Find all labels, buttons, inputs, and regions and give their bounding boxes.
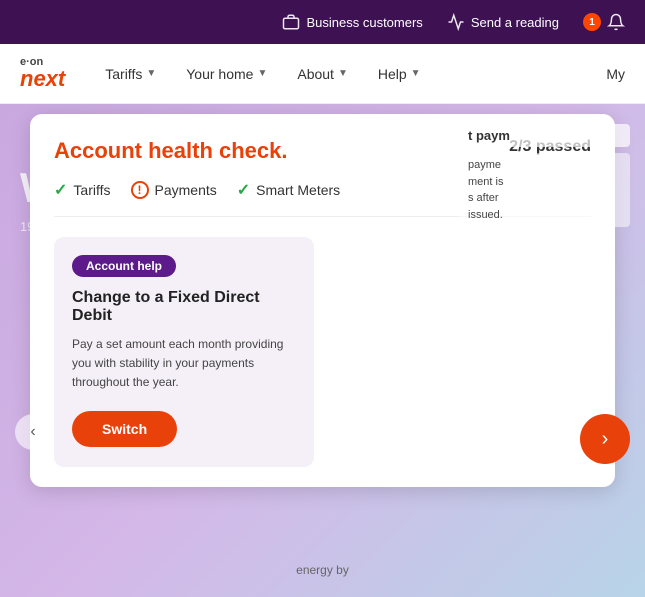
arrow-left-icon: ‹	[30, 423, 35, 441]
smart-meters-status: ✓ Smart Meters	[237, 180, 340, 200]
main-background: Wo 192 G Account health check. 2/3 passe…	[0, 104, 645, 597]
payments-status: ! Payments	[131, 181, 217, 199]
switch-button[interactable]: Switch	[72, 411, 177, 447]
chevron-down-icon: ▼	[146, 68, 156, 79]
nav-my-label: My	[606, 66, 625, 82]
next-arrow-button[interactable]: ›	[580, 414, 630, 464]
nav-bar: e·on next Tariffs ▼ Your home ▼ About ▼ …	[0, 44, 645, 104]
tariffs-label: Tariffs	[73, 182, 110, 198]
arrow-right-icon: ›	[602, 428, 609, 451]
check-icon: ✓	[54, 180, 67, 200]
check-icon: ✓	[237, 180, 250, 200]
nav-my[interactable]: My	[606, 66, 625, 82]
chevron-down-icon: ▼	[338, 68, 348, 79]
nav-help[interactable]: Help ▼	[378, 66, 421, 82]
nav-tariffs-label: Tariffs	[105, 66, 142, 82]
right-panel-title: t paym	[460, 124, 630, 147]
nav-tariffs[interactable]: Tariffs ▼	[105, 66, 156, 82]
send-reading-link[interactable]: Send a reading	[447, 13, 559, 31]
prev-arrow-button[interactable]: ‹	[15, 414, 51, 450]
nav-your-home-label: Your home	[186, 66, 253, 82]
smart-meters-label: Smart Meters	[256, 182, 340, 198]
bottom-text: energy by	[296, 563, 349, 577]
nav-your-home[interactable]: Your home ▼	[186, 66, 267, 82]
card-description: Pay a set amount each month providing yo…	[72, 335, 296, 393]
top-bar: Business customers Send a reading 1	[0, 0, 645, 44]
chevron-down-icon: ▼	[411, 68, 421, 79]
payments-label: Payments	[155, 182, 217, 198]
right-panel-text: paymement iss afterissued.	[460, 153, 630, 227]
logo-next: next	[20, 68, 65, 90]
card-title: Change to a Fixed Direct Debit	[72, 289, 296, 325]
business-customers-link[interactable]: Business customers	[282, 13, 422, 31]
warning-icon: !	[131, 181, 149, 199]
send-reading-label: Send a reading	[471, 15, 559, 30]
dialog-title: Account health check.	[54, 138, 288, 164]
business-customers-label: Business customers	[306, 15, 422, 30]
chevron-down-icon: ▼	[257, 68, 267, 79]
right-panel: t paym paymement iss afterissued.	[445, 104, 645, 247]
nav-about[interactable]: About ▼	[297, 66, 348, 82]
card-tag: Account help	[72, 255, 176, 277]
nav-about-label: About	[297, 66, 334, 82]
notifications-icon[interactable]: 1	[583, 13, 625, 31]
tariffs-status: ✓ Tariffs	[54, 180, 111, 200]
notification-count: 1	[583, 13, 601, 31]
nav-help-label: Help	[378, 66, 407, 82]
logo[interactable]: e·on next	[20, 57, 65, 90]
account-help-card: Account help Change to a Fixed Direct De…	[54, 237, 314, 467]
